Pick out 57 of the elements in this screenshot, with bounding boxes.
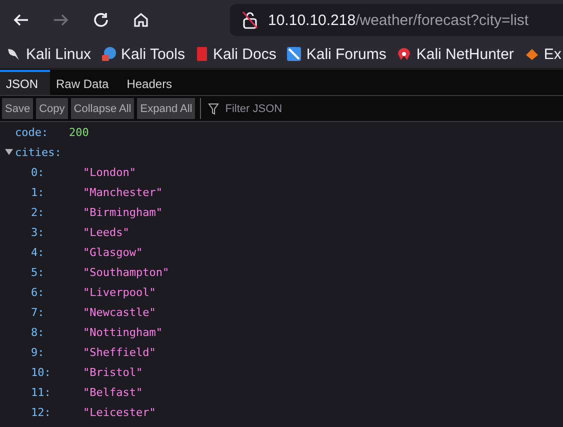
- toolbar-button[interactable]: Collapse All: [70, 98, 134, 119]
- json-value: "Sheffield": [83, 346, 156, 358]
- url-text: 10.10.10.218/weather/forecast?city=list: [268, 12, 529, 28]
- array-index: 2:: [31, 206, 46, 218]
- json-value: "Manchester": [83, 186, 162, 198]
- array-index: 9:: [31, 346, 46, 358]
- array-index: 3:: [31, 226, 46, 238]
- array-index: 6:: [31, 286, 46, 298]
- array-index: 7:: [31, 306, 46, 318]
- json-value: "Liverpool": [83, 286, 156, 298]
- bookmark-link[interactable]: Kali Linux: [6, 46, 92, 62]
- bookmark-link[interactable]: Kali Forums: [286, 46, 386, 62]
- filter-icon: [208, 102, 220, 114]
- reload-icon: [92, 11, 110, 29]
- toolbar-button[interactable]: Copy: [36, 98, 68, 119]
- array-index: 11:: [31, 386, 52, 398]
- viewer-tab[interactable]: Headers: [120, 70, 184, 95]
- viewer-tab[interactable]: Raw Data: [50, 70, 121, 95]
- json-value: "Belfast": [83, 386, 143, 398]
- array-index: 4:: [31, 246, 46, 258]
- toolbar-button[interactable]: Expand All: [137, 98, 196, 119]
- json-value: "Leicester": [83, 406, 156, 418]
- forum-icon: [286, 46, 302, 62]
- array-index: 12:: [31, 406, 52, 418]
- bookmark-label: Ex: [544, 46, 562, 62]
- json-value: "Glasgow": [83, 246, 143, 258]
- json-key: cities:: [15, 146, 75, 158]
- array-index: 1:: [31, 186, 46, 198]
- toolbar-button[interactable]: Save: [2, 98, 34, 119]
- bookmark-link[interactable]: Ex: [524, 46, 562, 62]
- bookmark-label: Kali NetHunter: [416, 46, 514, 62]
- expand-toggle-icon[interactable]: [5, 148, 13, 156]
- bookmark-label: Kali Tools: [121, 46, 185, 62]
- bookmark-label: Kali Forums: [306, 46, 386, 62]
- json-value: "Nottingham": [83, 326, 162, 338]
- insecure-lock-icon: [242, 11, 258, 29]
- address-bar[interactable]: 10.10.10.218/weather/forecast?city=list: [230, 4, 563, 36]
- bookmark-label: Kali Linux: [26, 46, 92, 62]
- json-value: "Southampton": [83, 266, 170, 278]
- array-index: 5:: [31, 266, 46, 278]
- json-value: "Leeds": [83, 226, 130, 238]
- array-index: 8:: [31, 326, 46, 338]
- bookmark-link[interactable]: Kali NetHunter: [396, 46, 514, 62]
- json-value: "Birmingham": [83, 206, 162, 218]
- bookmark-link[interactable]: Kali Tools: [101, 46, 185, 62]
- bookmark-label: Kali Docs: [212, 46, 276, 62]
- bookmark-link[interactable]: Kali Docs: [194, 46, 276, 62]
- json-key: code:: [15, 126, 69, 138]
- json-value: "London": [83, 166, 136, 178]
- array-index: 0:: [31, 166, 46, 178]
- json-value: "Newcastle": [83, 306, 156, 318]
- json-value: 200: [69, 126, 89, 138]
- home-icon: [132, 11, 150, 29]
- filter-field[interactable]: Filter JSON: [223, 102, 428, 116]
- array-index: 10:: [31, 366, 52, 378]
- viewer-tab[interactable]: JSON: [0, 70, 50, 95]
- json-value: "Bristol": [83, 366, 143, 378]
